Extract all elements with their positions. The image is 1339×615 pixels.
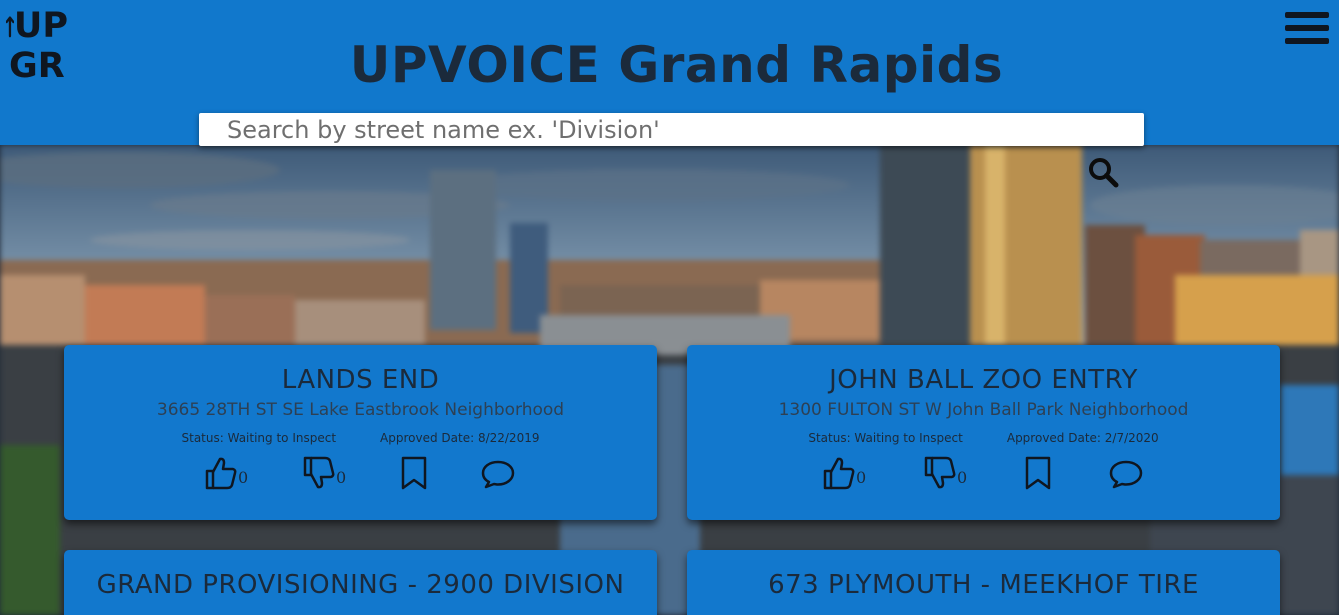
speech-bubble-icon bbox=[481, 460, 515, 489]
card-address: 1300 FULTON ST W John Ball Park Neighbor… bbox=[778, 400, 1189, 420]
project-card[interactable]: GRAND PROVISIONING - 2900 DIVISION bbox=[64, 550, 657, 615]
search-button[interactable] bbox=[1087, 156, 1121, 190]
speech-bubble-icon bbox=[1109, 460, 1143, 489]
like-button[interactable]: 0 bbox=[823, 454, 866, 490]
approved-date: Approved Date: 2/7/2020 bbox=[1006, 431, 1159, 445]
comment-button[interactable] bbox=[480, 454, 516, 490]
project-card[interactable]: JOHN BALL ZOO ENTRY 1300 FULTON ST W Joh… bbox=[687, 345, 1280, 520]
status-text: Status: Waiting to Inspect bbox=[808, 431, 963, 445]
comment-button[interactable] bbox=[1108, 454, 1144, 490]
thumbs-down-icon bbox=[303, 456, 335, 489]
approved-date: Approved Date: 8/22/2019 bbox=[380, 431, 540, 445]
bookmark-icon bbox=[1025, 456, 1051, 490]
bookmark-button[interactable] bbox=[400, 454, 428, 490]
status-text: Status: Waiting to Inspect bbox=[181, 431, 337, 445]
card-title: LANDS END bbox=[281, 365, 440, 395]
dislike-button[interactable]: 0 bbox=[303, 454, 346, 490]
search-input[interactable] bbox=[199, 113, 1144, 146]
bookmark-button[interactable] bbox=[1024, 454, 1052, 490]
card-title: 673 PLYMOUTH - MEEKHOF TIRE bbox=[768, 570, 1199, 600]
page-title: UPVOICE Grand Rapids bbox=[349, 36, 1004, 94]
magnifier-icon bbox=[1089, 158, 1119, 188]
hamburger-menu-icon[interactable] bbox=[1285, 12, 1329, 50]
dislike-count: 0 bbox=[336, 468, 347, 487]
thumbs-down-icon bbox=[924, 456, 956, 489]
project-card[interactable]: 673 PLYMOUTH - MEEKHOF TIRE bbox=[687, 550, 1280, 615]
like-count: 0 bbox=[856, 468, 867, 487]
dislike-button[interactable]: 0 bbox=[924, 454, 967, 490]
thumbs-up-icon bbox=[823, 457, 855, 490]
thumbs-up-icon bbox=[205, 457, 237, 490]
like-button[interactable]: 0 bbox=[205, 454, 248, 490]
dislike-count: 0 bbox=[957, 468, 968, 487]
like-count: 0 bbox=[238, 468, 249, 487]
card-title: GRAND PROVISIONING - 2900 DIVISION bbox=[96, 570, 625, 600]
bookmark-icon bbox=[401, 456, 427, 490]
card-address: 3665 28TH ST SE Lake Eastbrook Neighborh… bbox=[156, 400, 565, 420]
project-card[interactable]: LANDS END 3665 28TH ST SE Lake Eastbrook… bbox=[64, 345, 657, 520]
card-title: JOHN BALL ZOO ENTRY bbox=[829, 365, 1138, 395]
